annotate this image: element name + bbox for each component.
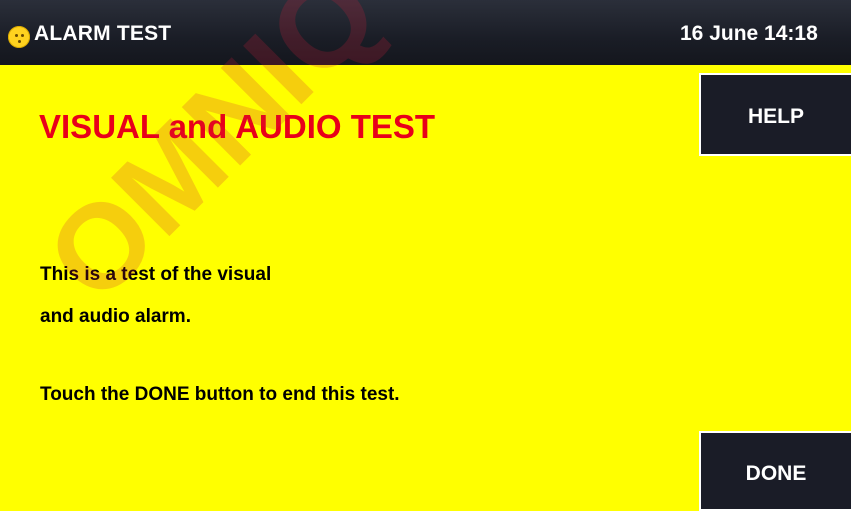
help-button[interactable]: HELP [699,73,851,156]
alarm-test-screen: ALARM TEST 16 June 14:18 VISUAL and AUDI… [0,0,851,511]
smiley-mouth [18,40,21,43]
date-time-display: 16 June 14:18 [680,22,818,45]
done-button[interactable]: DONE [699,431,851,511]
smiley-face-icon [8,26,30,48]
smiley-left-eye [15,34,18,37]
smiley-right-eye [21,34,24,37]
instruction-line-3: Touch the DONE button to end this test. [40,384,400,405]
instruction-line-1: This is a test of the visual [40,264,272,285]
title-bar: ALARM TEST 16 June 14:18 [0,0,851,65]
screen-title: ALARM TEST [34,22,172,45]
test-heading: VISUAL and AUDIO TEST [39,108,436,145]
instruction-line-2: and audio alarm. [40,306,191,327]
